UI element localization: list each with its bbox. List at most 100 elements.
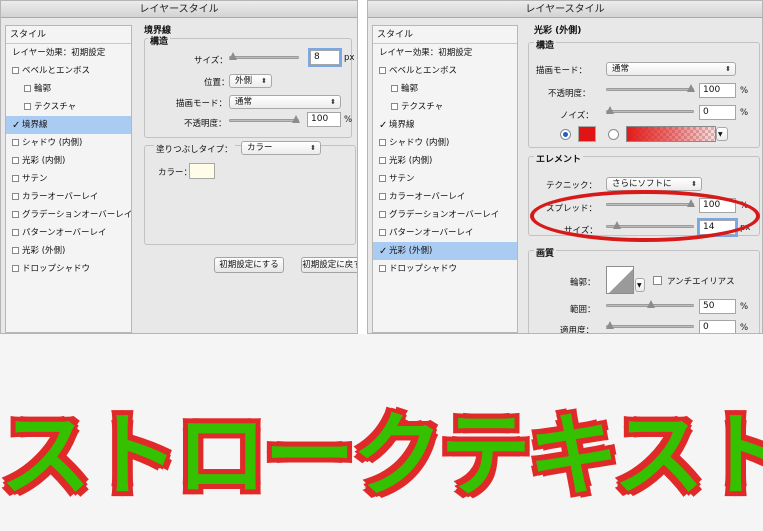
sidebar-item[interactable]: ドロップシャドウ (373, 260, 517, 278)
checkbox[interactable] (12, 157, 19, 164)
opacity-slider[interactable] (606, 84, 695, 92)
sidebar-item-label: 光彩 (外側) (389, 246, 433, 256)
sidebar-item[interactable]: 光彩 (内側) (373, 152, 517, 170)
sidebar-item[interactable]: ドロップシャドウ (6, 260, 131, 278)
contour-picker[interactable] (606, 266, 634, 294)
sidebar-item-label: 輪郭 (401, 84, 419, 94)
sidebar-item[interactable]: テクスチャ (373, 98, 517, 116)
sidebar-item[interactable]: カラーオーバーレイ (373, 188, 517, 206)
sidebar-item[interactable]: ベベルとエンボス (373, 62, 517, 80)
sidebar-item[interactable]: 光彩 (内側) (6, 152, 131, 170)
sidebar-item[interactable]: 境界線 (6, 116, 131, 135)
checkbox[interactable] (12, 139, 19, 146)
glow-color-swatch[interactable] (578, 126, 596, 142)
gradient-radio[interactable] (608, 129, 619, 140)
checkbox[interactable] (12, 67, 19, 74)
checkbox[interactable] (379, 67, 386, 74)
slider-thumb-icon[interactable] (229, 52, 237, 60)
sidebar-item[interactable]: パターンオーバーレイ (6, 224, 131, 242)
checkbox[interactable] (12, 175, 19, 182)
blend-mode-label: 描画モード： (176, 99, 228, 109)
sidebar-item[interactable]: シャドウ (内側) (6, 134, 131, 152)
checkbox[interactable] (379, 265, 386, 272)
checkbox[interactable] (379, 193, 386, 200)
noise-input[interactable]: 0 (699, 105, 736, 120)
opacity-input[interactable]: 100 (699, 83, 736, 98)
checkmark-icon[interactable] (379, 243, 387, 261)
blend-mode-select[interactable]: 通常 ⬍ (229, 95, 341, 109)
checkmark-icon[interactable] (379, 117, 387, 135)
checkbox[interactable] (379, 157, 386, 164)
color-label: カラー： (158, 168, 193, 178)
sidebar-item-label: グラデーションオーバーレイ (389, 210, 500, 220)
checkmark-icon[interactable] (12, 117, 20, 135)
size-slider[interactable] (229, 52, 299, 60)
checkbox[interactable] (391, 103, 398, 110)
sidebar-item-label: カラーオーバーレイ (22, 192, 99, 202)
sidebar-item-label: 輪郭 (34, 84, 52, 94)
opacity-slider[interactable] (229, 115, 300, 123)
noise-slider[interactable] (606, 106, 694, 114)
sidebar-item[interactable]: レイヤー効果：初期設定 (373, 44, 517, 62)
slider-thumb-icon[interactable] (292, 115, 300, 123)
sidebar-item-label: シャドウ (内側) (389, 138, 450, 148)
sidebar-item[interactable]: サテン (373, 170, 517, 188)
gradient-dropdown[interactable]: ▼ (716, 127, 728, 141)
checkbox[interactable] (24, 103, 31, 110)
divider (358, 0, 367, 334)
slider-thumb-icon[interactable] (647, 300, 655, 308)
checkbox[interactable] (379, 139, 386, 146)
outer-glow-settings: 光彩 (外側) 構造 描画モード： 通常 ⬍ 不透明度： 100 % ノイズ： 0… (524, 18, 762, 333)
sidebar-item[interactable]: ベベルとエンボス (6, 62, 131, 80)
opacity-input[interactable]: 100 (307, 112, 341, 127)
technique-select[interactable]: さらにソフトに ⬍ (606, 177, 702, 191)
range-slider[interactable] (606, 300, 694, 308)
dialog-title: レイヤースタイル (1, 1, 357, 18)
sidebar-item[interactable]: 境界線 (373, 116, 517, 135)
checkbox[interactable] (24, 85, 31, 92)
position-select[interactable]: 外側 ⬍ (229, 74, 272, 88)
position-label: 位置： (204, 78, 230, 88)
sidebar-item[interactable]: 輪郭 (6, 80, 131, 98)
antialias-checkbox[interactable] (653, 276, 662, 285)
sidebar-item-label: 光彩 (外側) (22, 246, 66, 256)
checkbox[interactable] (391, 85, 398, 92)
sidebar-item[interactable]: グラデーションオーバーレイ (373, 206, 517, 224)
glow-gradient-picker[interactable] (626, 126, 716, 142)
jitter-slider[interactable] (606, 321, 694, 329)
checkbox[interactable] (12, 265, 19, 272)
sidebar-item[interactable]: グラデーションオーバーレイ (6, 206, 132, 224)
sidebar-item[interactable]: レイヤー効果：初期設定 (6, 44, 131, 62)
checkbox[interactable] (12, 193, 19, 200)
sidebar-header: スタイル (373, 26, 517, 44)
sidebar-item[interactable]: サテン (6, 170, 131, 188)
checkbox[interactable] (379, 229, 386, 236)
reset-default-button[interactable]: 初期設定にする (214, 257, 284, 273)
sidebar-item[interactable]: 輪郭 (373, 80, 517, 98)
slider-thumb-icon[interactable] (606, 106, 614, 114)
fill-group (144, 145, 356, 245)
contour-dropdown[interactable]: ▼ (635, 278, 645, 292)
slider-thumb-icon[interactable] (606, 321, 614, 329)
checkbox[interactable] (379, 211, 386, 218)
range-input[interactable]: 50 (699, 299, 736, 314)
blend-mode-select[interactable]: 通常 ⬍ (606, 62, 736, 76)
checkbox[interactable] (12, 211, 19, 218)
solid-color-radio[interactable] (560, 129, 571, 140)
fill-type-select[interactable]: カラー ⬍ (241, 141, 321, 155)
sidebar-item[interactable]: テクスチャ (6, 98, 131, 116)
restore-default-button[interactable]: 初期設定に戻す (301, 257, 357, 273)
sidebar-item[interactable]: 光彩 (外側) (6, 242, 131, 260)
sidebar-item[interactable]: 光彩 (外側) (373, 242, 517, 261)
size-input[interactable]: 8 (310, 50, 340, 65)
sidebar-item[interactable]: カラーオーバーレイ (6, 188, 131, 206)
sidebar-item[interactable]: シャドウ (内側) (373, 134, 517, 152)
checkbox[interactable] (12, 229, 19, 236)
stroke-color-swatch[interactable] (189, 163, 215, 179)
slider-thumb-icon[interactable] (687, 84, 695, 92)
structure-group-title: 構造 (534, 38, 557, 51)
checkbox[interactable] (12, 247, 19, 254)
sidebar-item[interactable]: パターンオーバーレイ (373, 224, 517, 242)
jitter-input[interactable]: 0 (699, 320, 736, 333)
checkbox[interactable] (379, 175, 386, 182)
